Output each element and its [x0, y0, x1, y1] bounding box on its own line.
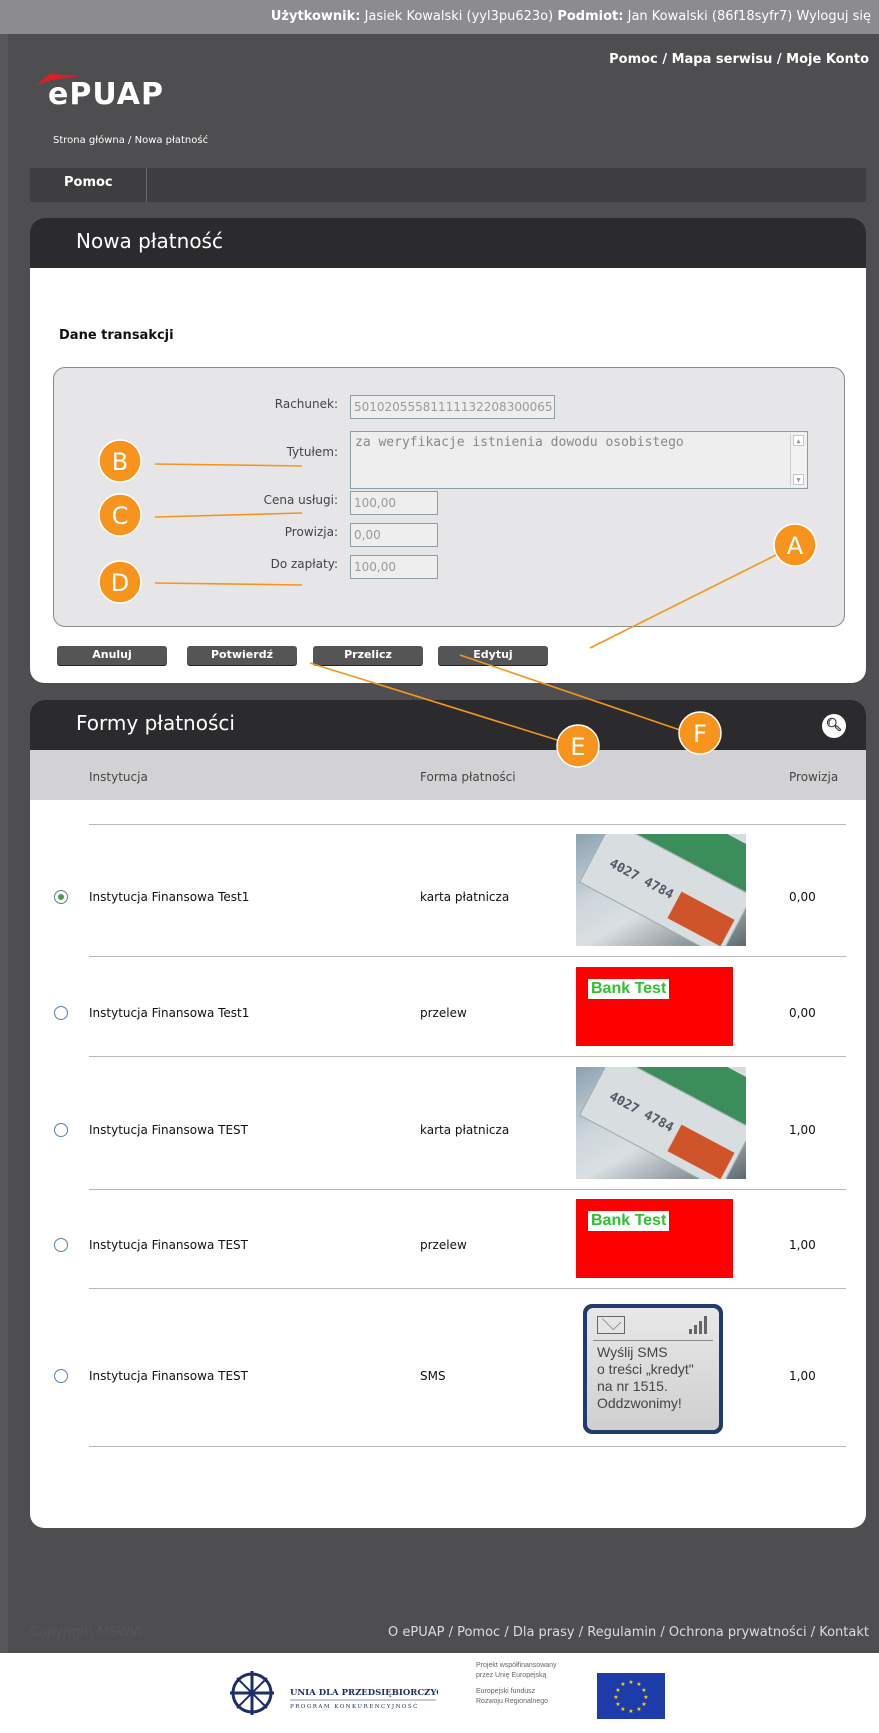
svg-text:★: ★: [641, 1687, 646, 1694]
row-method: karta płatnicza: [420, 1123, 510, 1137]
search-icon[interactable]: 🔍︎: [822, 714, 846, 738]
row-fee: 0,00: [789, 890, 816, 904]
tab-help[interactable]: Pomoc: [30, 168, 147, 202]
row-method: SMS: [420, 1369, 446, 1383]
fee-field[interactable]: 0,00: [350, 523, 438, 547]
row-institution: Instytucja Finansowa TEST: [89, 1123, 248, 1137]
bank-transfer-image: Bank Test: [576, 967, 733, 1046]
user-name: Jasiek Kowalski (yyl3pu623o): [364, 9, 554, 24]
account-field[interactable]: 50102055581111132208300065: [350, 395, 555, 419]
table-header: Instytucja Forma płatności Prowizja: [30, 750, 866, 800]
transaction-form: Rachunek: 50102055581111132208300065 Tyt…: [53, 367, 845, 627]
price-label: Cena usługi:: [263, 493, 338, 507]
divider: [89, 1056, 846, 1057]
panel-title: Nowa płatność: [30, 218, 866, 268]
eu-flag-icon: ★ ★★★ ★★★★ ★★★★: [597, 1673, 665, 1719]
logout-link[interactable]: Wyloguj się: [796, 9, 871, 24]
total-field[interactable]: 100,00: [350, 555, 438, 579]
envelope-icon: [597, 1316, 625, 1334]
row-method: przelew: [420, 1238, 467, 1252]
panel-title: Formy płatności: [30, 700, 866, 750]
section-title: Dane transakcji: [59, 328, 174, 343]
tab-bar: Pomoc: [30, 168, 866, 202]
sitemap-link[interactable]: Mapa serwisu: [672, 52, 773, 67]
divider: [89, 824, 846, 825]
title-label: Tytułem:: [286, 445, 338, 459]
svg-text:★: ★: [615, 1687, 620, 1694]
divider: [89, 956, 846, 957]
column-fee[interactable]: Prowizja: [789, 770, 838, 784]
copyright: Copyright MSWiA: [30, 1625, 143, 1640]
subject-name: Jan Kowalski (86f18syfr7): [627, 9, 793, 24]
recalculate-button[interactable]: Przelicz: [313, 646, 423, 665]
svg-text:UNIA DLA PRZEDSIĘBIORCZYCH: UNIA DLA PRZEDSIĘBIORCZYCH: [290, 1688, 438, 1698]
epuap-logo[interactable]: ePUAP: [30, 70, 190, 110]
card-image: 4027 4784: [576, 834, 746, 946]
total-label: Do zapłaty:: [270, 557, 338, 571]
row-fee: 0,00: [789, 1006, 816, 1020]
svg-text:★: ★: [628, 1679, 633, 1686]
breadcrumb[interactable]: Strona główna / Nowa płatność: [53, 135, 208, 146]
footer-links[interactable]: O ePUAP / Pomoc / Dla prasy / Regulamin …: [388, 1625, 869, 1640]
project-note: Projekt współfinansowany przez Unię Euro…: [476, 1662, 557, 1705]
top-links: Pomoc / Mapa serwisu / Moje Konto: [609, 52, 869, 67]
textarea-scrollbar[interactable]: ▲ ▼: [790, 433, 806, 487]
subject-label: Podmiot:: [557, 9, 624, 24]
row-institution: Instytucja Finansowa Test1: [89, 1006, 250, 1020]
scroll-down-icon[interactable]: ▼: [793, 474, 804, 485]
method-radio-3[interactable]: [54, 1123, 68, 1137]
confirm-button[interactable]: Potwierdź: [187, 646, 297, 665]
signal-icon: [689, 1316, 709, 1334]
divider: [89, 1446, 846, 1447]
svg-text:★: ★: [628, 1708, 633, 1715]
title-text: za weryfikacje istnienia dowodu osobiste…: [355, 435, 684, 450]
scroll-up-icon[interactable]: ▲: [793, 435, 804, 446]
method-radio-2[interactable]: [54, 1006, 68, 1020]
method-radio-1[interactable]: [54, 890, 68, 904]
row-institution: Instytucja Finansowa TEST: [89, 1238, 248, 1252]
logo-text: ePUAP: [48, 77, 164, 110]
card-image: 4027 4784: [576, 1067, 746, 1179]
fee-label: Prowizja:: [284, 525, 338, 539]
divider: [89, 1288, 846, 1289]
payment-methods-panel: Formy płatności 🔍︎ Instytucja Forma płat…: [30, 700, 866, 1528]
row-institution: Instytucja Finansowa TEST: [89, 1369, 248, 1383]
svg-text:★: ★: [636, 1706, 641, 1713]
row-fee: 1,00: [789, 1238, 816, 1252]
method-radio-5[interactable]: [54, 1369, 68, 1383]
svg-text:★: ★: [620, 1706, 625, 1713]
svg-text:★: ★: [641, 1701, 646, 1708]
account-label: Rachunek:: [274, 397, 338, 411]
union-logo: UNIA DLA PRZEDSIĘBIORCZYCH PROGRAM KONKU…: [230, 1671, 438, 1715]
account-link[interactable]: Moje Konto: [786, 52, 869, 67]
svg-text:PROGRAM KONKURENCYJNOŚĆ: PROGRAM KONKURENCYJNOŚĆ: [290, 1702, 419, 1710]
svg-text:★: ★: [643, 1694, 648, 1701]
svg-text:★: ★: [620, 1681, 625, 1688]
row-institution: Instytucja Finansowa Test1: [89, 890, 250, 904]
eu-funding-bar: UNIA DLA PRZEDSIĘBIORCZYCH PROGRAM KONKU…: [0, 1653, 879, 1733]
svg-text:★: ★: [615, 1701, 620, 1708]
new-payment-panel: Nowa płatność Dane transakcji Rachunek: …: [30, 218, 866, 683]
row-method: karta płatnicza: [420, 890, 510, 904]
column-method[interactable]: Forma płatności: [420, 770, 516, 784]
cancel-button[interactable]: Anuluj: [57, 646, 167, 665]
price-field[interactable]: 100,00: [350, 491, 438, 515]
column-institution[interactable]: Instytucja: [89, 770, 148, 784]
row-method: przelew: [420, 1006, 467, 1020]
title-textarea[interactable]: za weryfikacje istnienia dowodu osobiste…: [350, 431, 808, 489]
user-bar: Użytkownik: Jasiek Kowalski (yyl3pu623o)…: [0, 0, 879, 34]
svg-text:★: ★: [613, 1694, 618, 1701]
method-radio-4[interactable]: [54, 1238, 68, 1252]
help-link[interactable]: Pomoc: [609, 52, 658, 67]
user-label: Użytkownik:: [270, 9, 361, 24]
divider: [89, 1189, 846, 1190]
edit-button[interactable]: Edytuj: [438, 646, 548, 665]
row-fee: 1,00: [789, 1123, 816, 1137]
bank-transfer-image: Bank Test: [576, 1199, 733, 1278]
sms-image: Wyślij SMS o treści „kredyt" na nr 1515.…: [583, 1304, 723, 1434]
row-fee: 1,00: [789, 1369, 816, 1383]
